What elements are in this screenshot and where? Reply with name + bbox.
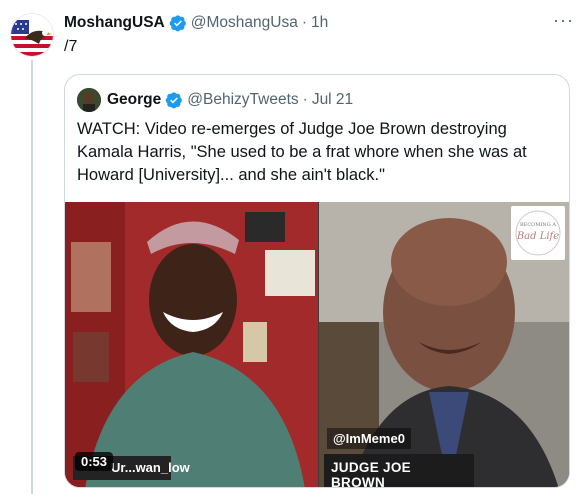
left-caption: Ur...wan_low: [111, 460, 190, 475]
post-text: /7: [64, 38, 78, 55]
quoted-date[interactable]: Jul 21: [312, 91, 353, 109]
separator-dot: ·: [301, 14, 307, 31]
video-left-panel: [65, 202, 318, 487]
thread-line: [31, 60, 33, 494]
author-name[interactable]: MoshangUSA: [64, 14, 165, 32]
author-handle[interactable]: @MoshangUsa: [191, 14, 298, 32]
quoted-author-handle[interactable]: @BehizyTweets: [187, 91, 298, 109]
svg-text:BECOMING A: BECOMING A: [520, 222, 556, 228]
video-watermark-handle: @ImMeme0: [327, 428, 411, 449]
video-name-caption: JUDGE JOE BROWN: [324, 454, 474, 487]
video-duration: 0:53: [75, 452, 114, 471]
verified-badge-icon: [169, 14, 187, 32]
quoted-header: George @BehizyTweets · Jul 21: [77, 88, 353, 112]
quoted-author-avatar[interactable]: [77, 88, 101, 112]
separator-dot: ·: [302, 91, 308, 108]
flag-eagle-avatar-image: [11, 14, 53, 56]
quoted-verified-badge-icon: [165, 91, 183, 109]
brand-logo: BECOMING A Bad Life: [511, 206, 565, 260]
author-avatar[interactable]: [10, 13, 54, 57]
quoted-tweet[interactable]: George @BehizyTweets · Jul 21 WATCH: Vid…: [64, 74, 570, 488]
video-player[interactable]: BECOMING A Bad Life Ur...wan_low 0:53 @I…: [65, 202, 569, 487]
quoted-author-name[interactable]: George: [107, 91, 161, 109]
post-header: MoshangUSA @MoshangUsa · 1h: [64, 12, 328, 34]
more-dots-icon[interactable]: ···: [553, 11, 574, 29]
quoted-text: WATCH: Video re-emerges of Judge Joe Bro…: [77, 120, 527, 184]
svg-text:Bad Life: Bad Life: [516, 231, 559, 242]
post-time[interactable]: 1h: [311, 14, 328, 32]
